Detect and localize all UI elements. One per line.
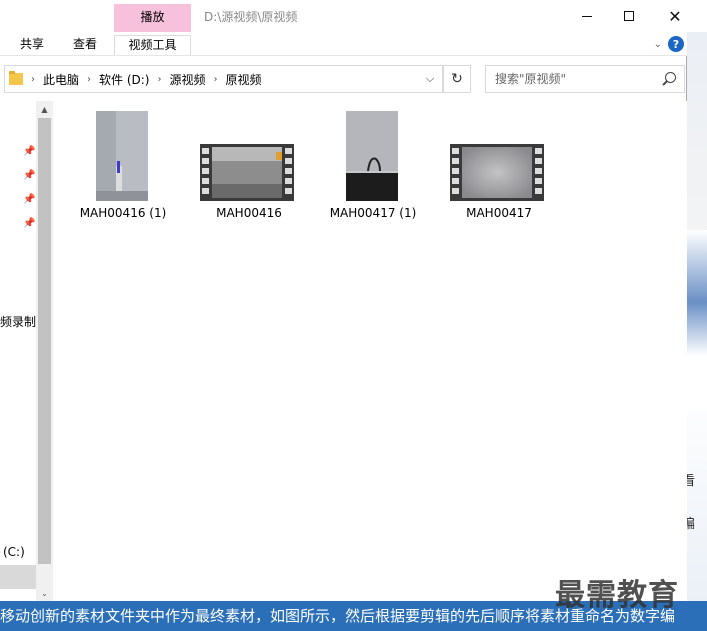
video-thumbnail: [96, 111, 148, 201]
address-dropdown-button[interactable]: ⌵: [418, 66, 442, 92]
nav-item-selected[interactable]: [0, 565, 36, 589]
ribbon-controls: ⌄ ?: [654, 34, 687, 54]
close-icon: ✕: [668, 6, 682, 26]
file-name: MAH00416 (1): [79, 206, 167, 220]
scroll-down-icon[interactable]: ⌄: [36, 585, 53, 601]
pin-icon[interactable]: 📌: [23, 195, 35, 205]
file-item[interactable]: MAH00417 (1): [318, 111, 428, 223]
file-name: MAH00416: [216, 206, 282, 220]
breadcrumb-original-video[interactable]: 原视频: [226, 71, 262, 88]
search-input[interactable]: 搜索"原视频": [485, 65, 685, 93]
search-placeholder: 搜索"原视频": [495, 72, 567, 86]
folder-icon: [9, 71, 23, 85]
maximize-icon: [624, 11, 634, 21]
refresh-icon: ↻: [451, 71, 463, 87]
breadcrumb: › 此电脑 › 软件 (D:) › 源视频 › 原视频: [9, 66, 262, 92]
tab-play-context[interactable]: 播放: [114, 4, 191, 32]
file-name: MAH00417 (1): [329, 206, 417, 220]
chevron-right-icon[interactable]: ›: [157, 74, 161, 85]
pin-icon[interactable]: 📌: [23, 219, 35, 229]
tab-share[interactable]: 共享: [14, 35, 50, 55]
scrollbar-thumb[interactable]: [38, 118, 51, 564]
nav-item-recording[interactable]: 频录制: [0, 313, 36, 330]
title-bar: 播放 D:\源视频\原视频 ✕: [0, 0, 687, 32]
desktop-background: 看 偏 是: [682, 0, 707, 631]
search-icon[interactable]: [665, 72, 676, 83]
tab-video-tools[interactable]: 视频工具: [114, 35, 191, 55]
refresh-button[interactable]: ↻: [443, 65, 471, 93]
file-item[interactable]: MAH00416: [194, 111, 304, 223]
video-thumbnail: [346, 111, 398, 201]
window-title: D:\源视频\原视频: [204, 10, 298, 24]
breadcrumb-drive-d[interactable]: 软件 (D:): [99, 71, 149, 88]
chevron-right-icon[interactable]: ›: [214, 74, 218, 85]
file-name: MAH00417: [466, 206, 532, 220]
file-item[interactable]: MAH00416 (1): [68, 111, 178, 223]
video-film-thumbnail: [200, 144, 294, 201]
chevron-right-icon[interactable]: ›: [31, 74, 35, 85]
scroll-up-icon[interactable]: ▲: [36, 101, 53, 117]
explorer-window: 播放 D:\源视频\原视频 ✕ 共享 查看 视频工具 ⌄ ? › 此电脑 › 软…: [0, 0, 687, 601]
maximize-button[interactable]: [606, 0, 652, 32]
video-film-thumbnail: [450, 144, 544, 201]
pin-icon[interactable]: 📌: [23, 171, 35, 181]
nav-scrollbar[interactable]: ▲ ⌄: [36, 101, 53, 601]
address-bar[interactable]: › 此电脑 › 软件 (D:) › 源视频 › 原视频 ⌵: [4, 65, 443, 93]
minimize-icon: [582, 15, 592, 17]
ribbon-expand-icon[interactable]: ⌄: [654, 39, 662, 50]
breadcrumb-this-pc[interactable]: 此电脑: [43, 71, 79, 88]
file-list: MAH00416 (1) MAH00416 MAH00417 (1) MAH00…: [54, 101, 687, 601]
navigation-pane: 📌 📌 📌 📌 频录制 (C:) ▲ ⌄: [0, 101, 54, 601]
close-button[interactable]: ✕: [652, 0, 698, 32]
minimize-button[interactable]: [564, 0, 610, 32]
breadcrumb-source-video[interactable]: 源视频: [169, 71, 205, 88]
pin-icon[interactable]: 📌: [23, 147, 35, 157]
nav-item-drive-c[interactable]: (C:): [3, 545, 25, 559]
ribbon-tabs: 共享 查看 视频工具 ⌄ ?: [0, 32, 687, 55]
watermark-logo: 最需教育: [555, 578, 679, 613]
address-row: › 此电脑 › 软件 (D:) › 源视频 › 原视频 ⌵ ↻ 搜索"原视频": [0, 55, 687, 101]
tab-view[interactable]: 查看: [67, 35, 103, 55]
chevron-right-icon[interactable]: ›: [87, 74, 91, 85]
help-icon[interactable]: ?: [668, 36, 684, 52]
chevron-down-icon: ⌵: [425, 72, 435, 85]
file-item[interactable]: MAH00417: [444, 111, 554, 223]
